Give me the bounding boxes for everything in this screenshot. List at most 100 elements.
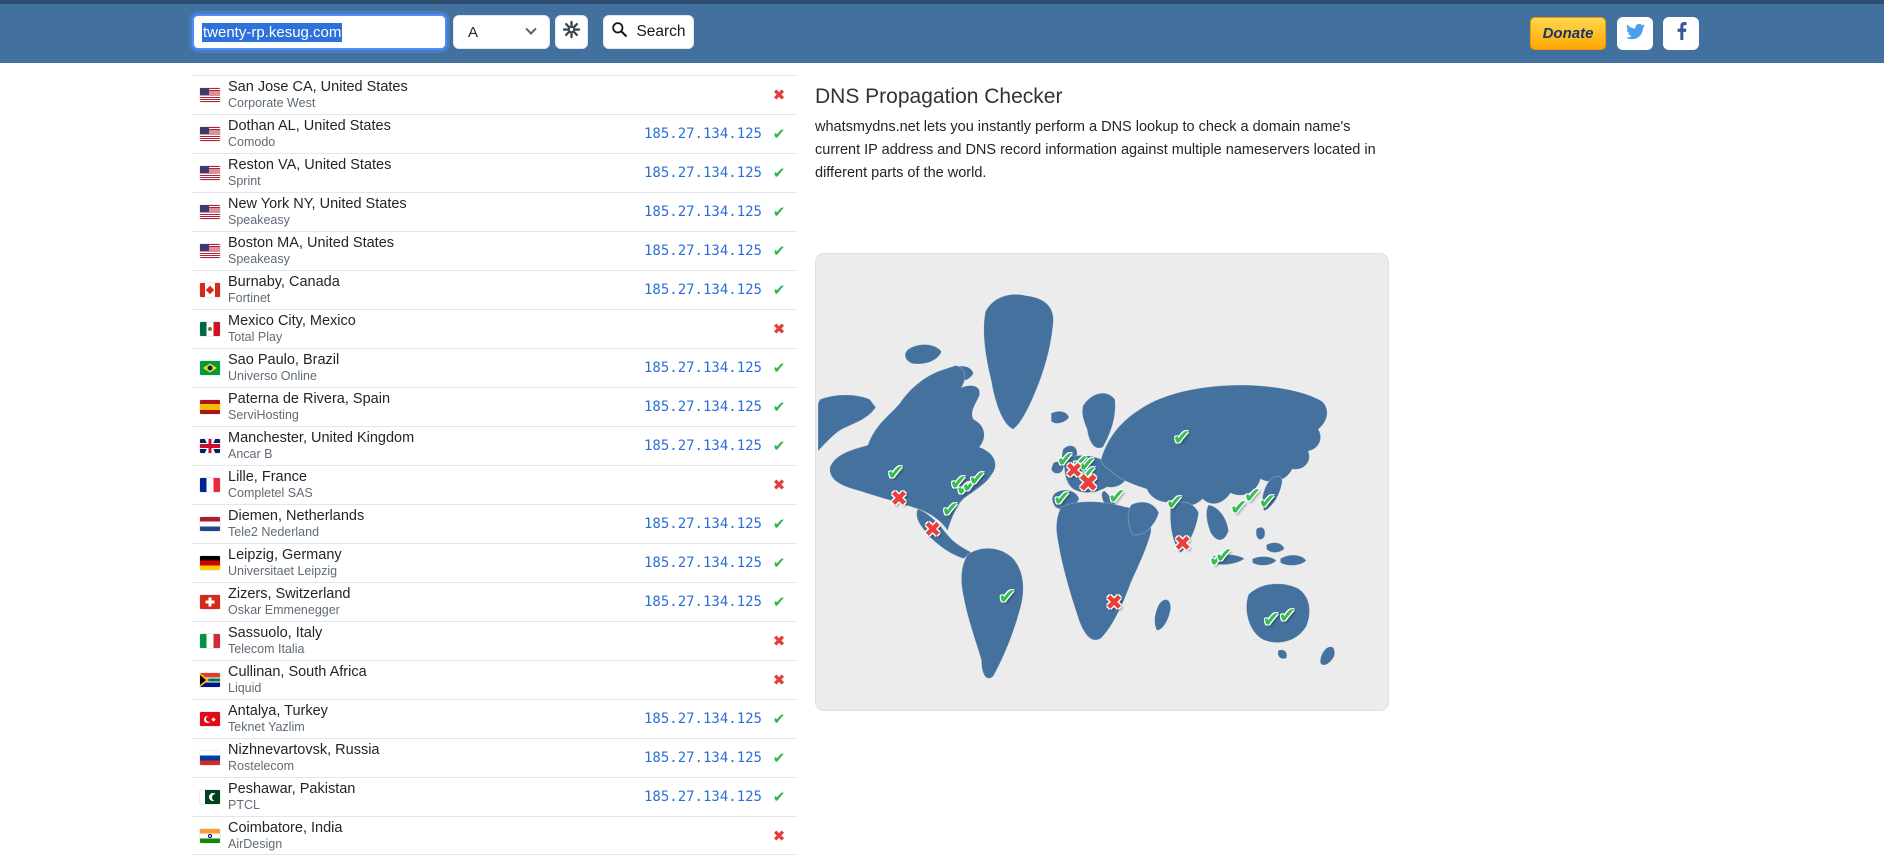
server-location: Antalya, Turkey <box>228 703 328 720</box>
server-location: Dothan AL, United States <box>228 118 391 135</box>
status-ok-icon: ✔ <box>771 554 787 572</box>
status-fail-icon: ✖ <box>771 671 787 689</box>
server-location: Cullinan, South Africa <box>228 664 367 681</box>
server-provider: Fortinet <box>228 291 340 306</box>
country-flag-icon-us <box>200 88 220 102</box>
server-provider: AirDesign <box>228 837 342 852</box>
world-map-continents <box>816 254 1388 710</box>
server-provider: Oskar Emmenegger <box>228 603 350 618</box>
server-location: Sassuolo, Italy <box>228 625 322 642</box>
status-ok-icon: ✔ <box>771 710 787 728</box>
search-input-value: twenty-rp.kesug.com <box>202 23 342 42</box>
server-provider: Liquid <box>228 681 367 696</box>
status-ok-icon: ✔ <box>771 788 787 806</box>
country-flag-icon-us <box>200 166 220 180</box>
country-flag-icon-za <box>200 673 220 687</box>
country-flag-icon-de <box>200 556 220 570</box>
resolved-ip: 185.27.134.125 <box>644 711 762 727</box>
page-description: whatsmydns.net lets you instantly perfor… <box>815 116 1387 185</box>
server-provider: Sprint <box>228 174 391 189</box>
dns-server-row: Coimbatore, India AirDesign ✖ <box>192 816 797 855</box>
dns-server-row: Nizhnevartovsk, Russia Rostelecom 185.27… <box>192 738 797 777</box>
resolved-ip: 185.27.134.125 <box>644 594 762 610</box>
dns-server-row: Diemen, Netherlands Tele2 Nederland 185.… <box>192 504 797 543</box>
settings-button[interactable] <box>555 15 588 49</box>
server-provider: Completel SAS <box>228 486 313 501</box>
dns-server-row: Burnaby, Canada Fortinet 185.27.134.125 … <box>192 270 797 309</box>
status-fail-icon: ✖ <box>771 827 787 845</box>
resolved-ip: 185.27.134.125 <box>644 204 762 220</box>
server-provider: Total Play <box>228 330 356 345</box>
status-ok-icon: ✔ <box>771 749 787 767</box>
status-ok-icon: ✔ <box>771 164 787 182</box>
country-flag-icon-ch <box>200 595 220 609</box>
status-fail-icon: ✖ <box>771 476 787 494</box>
server-provider: Universo Online <box>228 369 339 384</box>
search-input[interactable]: twenty-rp.kesug.com <box>192 14 447 50</box>
status-ok-icon: ✔ <box>771 359 787 377</box>
server-location: Coimbatore, India <box>228 820 342 837</box>
server-location: New York NY, United States <box>228 196 407 213</box>
country-flag-icon-us <box>200 205 220 219</box>
dns-server-row: Antalya, Turkey Teknet Yazlim 185.27.134… <box>192 699 797 738</box>
server-location: Leipzig, Germany <box>228 547 342 564</box>
record-type-select[interactable]: A <box>453 15 550 49</box>
server-location: Boston MA, United States <box>228 235 394 252</box>
server-location: Sao Paulo, Brazil <box>228 352 339 369</box>
search-button[interactable]: Search <box>603 15 694 49</box>
server-location: Paterna de Rivera, Spain <box>228 391 390 408</box>
country-flag-icon-tr <box>200 712 220 726</box>
donate-button-label: Donate <box>1543 25 1594 42</box>
chevron-down-icon <box>525 24 536 35</box>
dns-server-row: Mexico City, Mexico Total Play ✖ <box>192 309 797 348</box>
server-location: San Jose CA, United States <box>228 79 408 96</box>
world-map: ✔✖✔✔✔✔✔✖✔✔✔✔✔✖✖✔✔✖✔✔✖✔✔✔✔✔✔✔ <box>815 253 1389 711</box>
search-icon <box>611 21 628 43</box>
facebook-button[interactable] <box>1663 17 1699 50</box>
status-ok-icon: ✔ <box>771 125 787 143</box>
donate-button[interactable]: Donate <box>1530 17 1606 50</box>
server-location: Burnaby, Canada <box>228 274 340 291</box>
status-ok-icon: ✔ <box>771 515 787 533</box>
twitter-icon <box>1626 22 1645 46</box>
country-flag-icon-nl <box>200 517 220 531</box>
dns-server-row: Peshawar, Pakistan PTCL 185.27.134.125 ✔ <box>192 777 797 816</box>
country-flag-icon-us <box>200 244 220 258</box>
country-flag-icon-pk <box>200 790 220 804</box>
dns-server-row: Dothan AL, United States Comodo 185.27.1… <box>192 114 797 153</box>
country-flag-icon-es <box>200 400 220 414</box>
country-flag-icon-mx <box>200 322 220 336</box>
country-flag-icon-us <box>200 127 220 141</box>
resolved-ip: 185.27.134.125 <box>644 399 762 415</box>
resolved-ip: 185.27.134.125 <box>644 360 762 376</box>
server-location: Peshawar, Pakistan <box>228 781 355 798</box>
page-content: San Jose CA, United States Corporate Wes… <box>0 63 1884 861</box>
server-location: Nizhnevartovsk, Russia <box>228 742 380 759</box>
status-fail-icon: ✖ <box>771 632 787 650</box>
country-flag-icon-gb <box>200 439 220 453</box>
server-provider: Teknet Yazlim <box>228 720 328 735</box>
dns-server-row: Lille, France Completel SAS ✖ <box>192 465 797 504</box>
status-ok-icon: ✔ <box>771 281 787 299</box>
server-location: Manchester, United Kingdom <box>228 430 414 447</box>
server-provider: Telecom Italia <box>228 642 322 657</box>
page-title: DNS Propagation Checker <box>815 85 1062 109</box>
server-provider: Speakeasy <box>228 213 407 228</box>
dns-server-row: Sassuolo, Italy Telecom Italia ✖ <box>192 621 797 660</box>
twitter-button[interactable] <box>1617 17 1653 50</box>
resolved-ip: 185.27.134.125 <box>644 789 762 805</box>
dns-server-row: Cullinan, South Africa Liquid ✖ <box>192 660 797 699</box>
dns-server-row: Manchester, United Kingdom Ancar B 185.2… <box>192 426 797 465</box>
server-provider: Universitaet Leipzig <box>228 564 342 579</box>
resolved-ip: 185.27.134.125 <box>644 282 762 298</box>
country-flag-icon-br <box>200 361 220 375</box>
country-flag-icon-ru <box>200 751 220 765</box>
status-fail-icon: ✖ <box>771 320 787 338</box>
server-provider: Rostelecom <box>228 759 380 774</box>
dns-server-list: San Jose CA, United States Corporate Wes… <box>192 75 797 855</box>
status-ok-icon: ✔ <box>771 398 787 416</box>
dns-server-row: New York NY, United States Speakeasy 185… <box>192 192 797 231</box>
status-fail-icon: ✖ <box>771 86 787 104</box>
server-provider: Tele2 Nederland <box>228 525 364 540</box>
country-flag-icon-it <box>200 634 220 648</box>
